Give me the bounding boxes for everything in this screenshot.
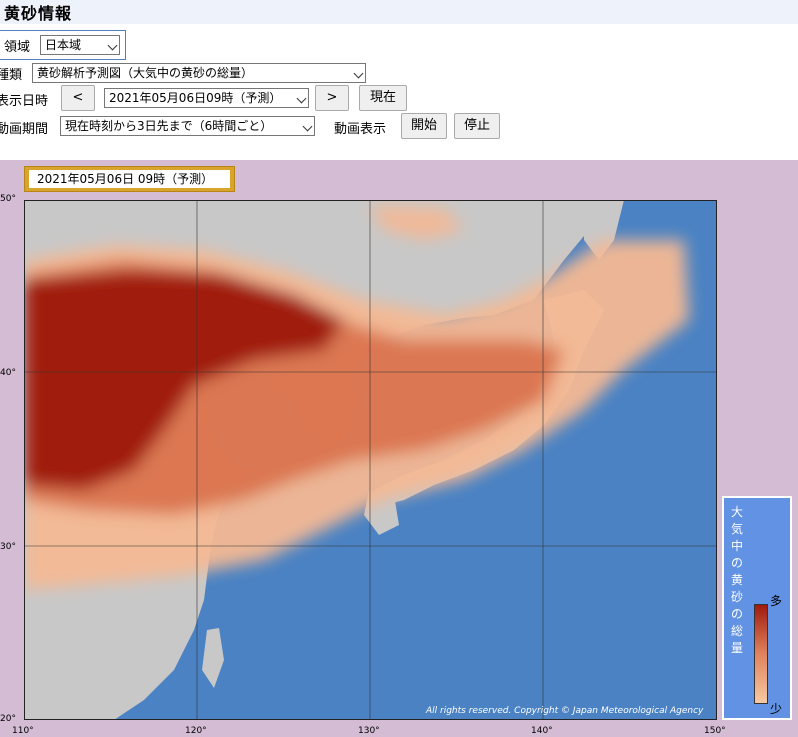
legend-char: 総 <box>730 624 743 638</box>
lon-label-130: 130° <box>358 726 380 736</box>
prev-button[interactable]: < <box>61 85 95 111</box>
animation-period-label: 動画期間 <box>0 122 49 137</box>
type-select[interactable]: 黄砂解析予測図（大気中の黄砂の総量） <box>32 63 366 83</box>
lon-label-120: 120° <box>185 726 207 736</box>
legend-char: の <box>730 556 743 570</box>
type-label: 種類 <box>0 68 23 83</box>
legend-title: 大 気 中 の 黄 砂 の 総 量 <box>729 504 745 657</box>
legend: 大 気 中 の 黄 砂 の 総 量 多 少 <box>722 496 792 720</box>
lat-label-50: 50° <box>0 194 16 204</box>
legend-char: 気 <box>730 522 743 536</box>
time-badge-text: 2021年05月06日 09時（予測） <box>29 170 230 188</box>
region-label: 領域 <box>4 40 31 55</box>
dust-map[interactable] <box>24 200 717 720</box>
lon-label-140: 140° <box>531 726 553 736</box>
page-title: 黄砂情報 <box>4 4 73 23</box>
start-button[interactable]: 開始 <box>401 113 447 139</box>
legend-char: 砂 <box>730 590 743 604</box>
stop-button[interactable]: 停止 <box>454 113 500 139</box>
lat-label-30: 30° <box>0 542 16 552</box>
legend-char: の <box>730 607 743 621</box>
legend-char: 大 <box>730 505 743 519</box>
header-bar <box>0 0 798 24</box>
legend-color-bar <box>754 604 768 704</box>
region-select[interactable]: 日本域 <box>40 35 120 55</box>
legend-char: 中 <box>730 539 743 553</box>
animation-display-label: 動画表示 <box>334 122 387 137</box>
legend-high: 多 <box>770 594 783 608</box>
copyright-text: All rights reserved. Copyright © Japan M… <box>426 706 704 716</box>
time-badge: 2021年05月06日 09時（予測） <box>24 166 235 192</box>
legend-char: 黄 <box>730 573 743 587</box>
animation-period-select[interactable]: 現在時刻から3日先まで（6時間ごと） <box>60 116 315 136</box>
lat-label-20: 20° <box>0 714 16 724</box>
legend-char: 量 <box>730 641 743 655</box>
datetime-select[interactable]: 2021年05月06日09時（予測） <box>104 88 309 108</box>
next-button[interactable]: > <box>315 85 349 111</box>
lon-label-110: 110° <box>12 726 34 736</box>
chevron-down-icon <box>296 93 307 104</box>
datetime-label: 表示日時 <box>0 94 49 109</box>
chevron-down-icon <box>353 68 364 79</box>
chevron-down-icon <box>107 40 118 51</box>
lat-label-40: 40° <box>0 368 16 378</box>
lon-label-150: 150° <box>704 726 726 736</box>
legend-low: 少 <box>770 702 783 716</box>
chevron-down-icon <box>302 121 313 132</box>
current-button[interactable]: 現在 <box>359 85 407 111</box>
